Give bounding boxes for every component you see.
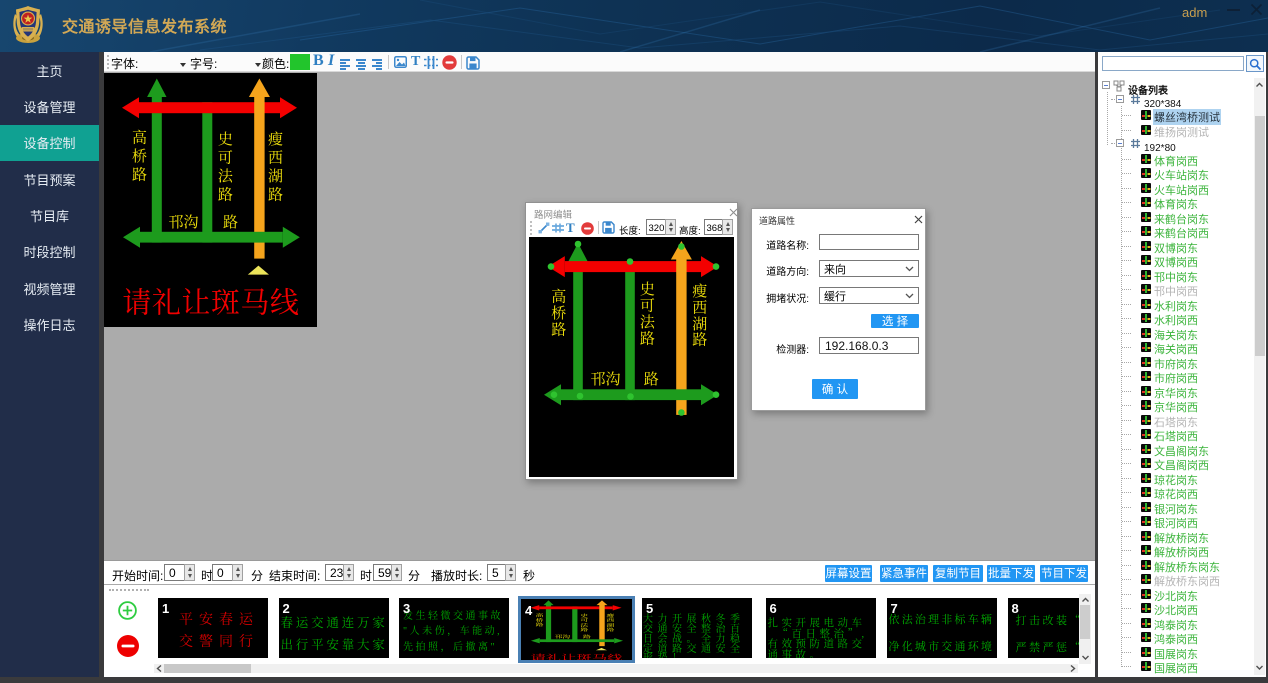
svg-text:路: 路 <box>536 621 544 627</box>
svg-text:路: 路 <box>132 164 147 185</box>
svg-text:路: 路 <box>640 328 655 349</box>
svg-text:邗沟: 邗沟 <box>168 211 198 232</box>
svg-text:邗沟: 邗沟 <box>555 633 571 639</box>
svg-text:路: 路 <box>218 184 233 205</box>
svg-text:路: 路 <box>583 633 591 639</box>
svg-text:路: 路 <box>644 368 659 389</box>
svg-text:路: 路 <box>551 319 566 340</box>
svg-text:请礼让斑马线: 请礼让斑马线 <box>122 281 299 322</box>
svg-text:路: 路 <box>223 211 238 232</box>
svg-text:请礼让斑马线: 请礼让斑马线 <box>531 651 623 662</box>
svg-text:路: 路 <box>692 329 707 350</box>
svg-text:邗沟: 邗沟 <box>590 368 620 389</box>
svg-text:路: 路 <box>580 626 588 632</box>
svg-text:路: 路 <box>268 184 283 205</box>
svg-text:路: 路 <box>606 626 614 632</box>
